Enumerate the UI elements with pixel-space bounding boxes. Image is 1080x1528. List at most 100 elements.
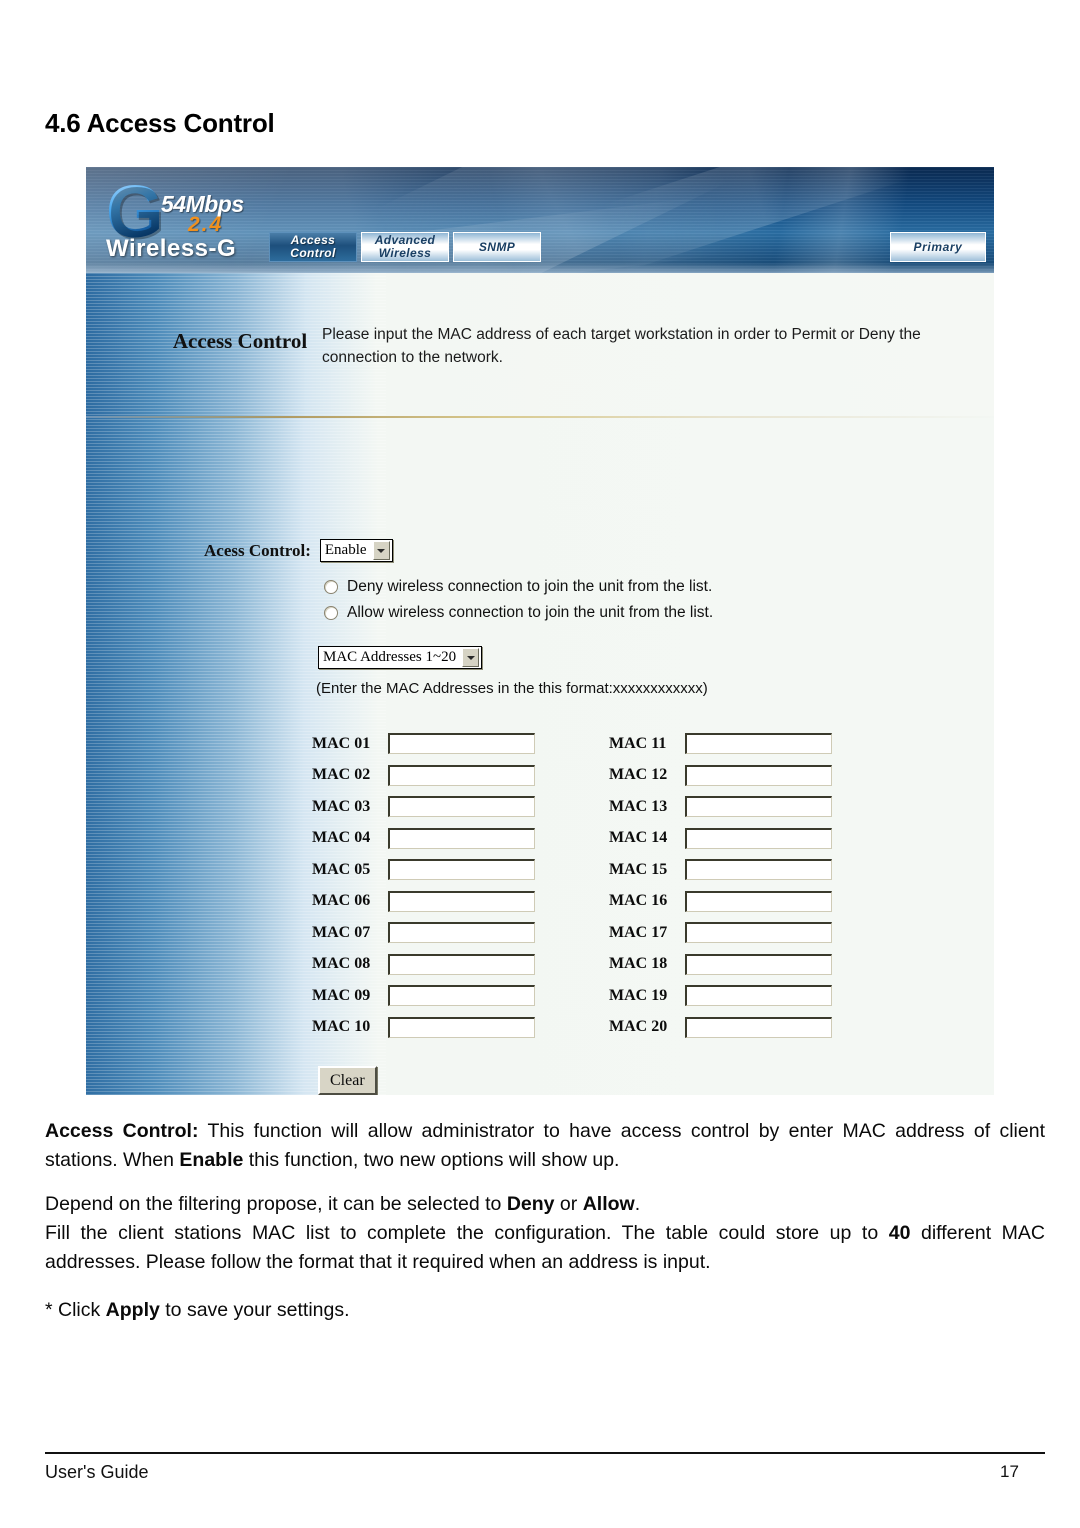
paragraph-lead-term: Access Control: [45, 1120, 199, 1142]
mac-row: MAC 15 [609, 854, 832, 886]
paragraph-bold-count: 40 [888, 1222, 911, 1244]
mac-input-15[interactable] [685, 859, 832, 881]
mac-label: MAC 06 [312, 892, 371, 910]
mac-range-select-value: MAC Addresses 1~20 [323, 649, 457, 665]
mac-input-09[interactable] [388, 985, 535, 1007]
mac-label: MAC 02 [312, 766, 371, 784]
mac-input-06[interactable] [388, 890, 535, 912]
mac-row: MAC 12 [609, 760, 832, 792]
paragraph-text-a: * Click [45, 1299, 106, 1321]
mac-row: MAC 18 [609, 949, 832, 981]
radio-icon [324, 606, 338, 620]
mac-row: MAC 09 [312, 980, 535, 1012]
mac-label: MAC 05 [312, 860, 371, 878]
mac-input-14[interactable] [685, 827, 832, 849]
mac-range-select[interactable]: MAC Addresses 1~20 [318, 646, 483, 669]
page-title: 4.6 Access Control [45, 108, 275, 138]
mac-row: MAC 02 [312, 760, 535, 792]
mac-row: MAC 01 [312, 728, 535, 760]
paragraph-text-a: Depend on the filtering propose, it can … [45, 1193, 507, 1215]
filter-mode-radio-group: Deny wireless connection to join the uni… [324, 574, 713, 626]
mac-label: MAC 03 [312, 797, 371, 815]
radio-label-deny: Deny wireless connection to join the uni… [347, 578, 713, 595]
banner-bottom-glow [86, 263, 994, 273]
paragraph-apply-note: * Click Apply to save your settings. [45, 1296, 1045, 1325]
chevron-down-icon [372, 541, 390, 560]
paragraph-text-c: this function, two new options will show… [243, 1149, 620, 1171]
radio-option-allow[interactable]: Allow wireless connection to join the un… [324, 600, 713, 626]
nav-tabs: Access Control Advanced Wireless SNMP [269, 232, 541, 262]
mac-row: MAC 08 [312, 949, 535, 981]
mac-input-07[interactable] [388, 922, 535, 944]
paragraph-bold-apply: Apply [105, 1299, 160, 1321]
mac-column-right: MAC 11 MAC 12 MAC 13 MAC 14 MAC 15 MAC 1… [609, 728, 832, 1043]
paragraph-text-a: Fill the client stations MAC list to com… [45, 1222, 889, 1244]
chevron-down-icon [462, 648, 480, 667]
radio-label-allow: Allow wireless connection to join the un… [347, 604, 714, 621]
mac-input-04[interactable] [388, 827, 535, 849]
paragraph-bold-deny: Deny [506, 1193, 555, 1215]
mac-label: MAC 13 [609, 797, 668, 815]
mac-row: MAC 10 [312, 1012, 535, 1044]
access-control-row: Acess Control: Enable [204, 539, 393, 562]
mac-input-18[interactable] [685, 953, 832, 975]
mac-input-13[interactable] [685, 796, 832, 818]
clear-button-wrap: Clear [318, 1066, 377, 1095]
mac-row: MAC 19 [609, 980, 832, 1012]
paragraph-filtering-propose: Depend on the filtering propose, it can … [45, 1190, 1045, 1219]
mac-row: MAC 06 [312, 886, 535, 918]
mac-input-17[interactable] [685, 922, 832, 944]
mac-row: MAC 16 [609, 886, 832, 918]
mac-column-left: MAC 01 MAC 02 MAC 03 MAC 04 MAC 05 MAC 0… [312, 728, 535, 1043]
mac-input-12[interactable] [685, 764, 832, 786]
mac-input-01[interactable] [388, 733, 535, 755]
mac-label: MAC 19 [609, 986, 668, 1004]
document-page: 4.6 Access Control G 54Mbps 2.4 Wireless… [0, 0, 1080, 1528]
mac-row: MAC 17 [609, 917, 832, 949]
footer-divider [45, 1452, 1045, 1454]
mode-badge-primary[interactable]: Primary [890, 232, 986, 262]
mac-input-19[interactable] [685, 985, 832, 1007]
mac-label: MAC 12 [609, 766, 668, 784]
access-control-label: Acess Control: [204, 540, 311, 560]
footer-page-number: 17 [1000, 1462, 1019, 1481]
mac-row: MAC 07 [312, 917, 535, 949]
mac-row: MAC 13 [609, 791, 832, 823]
banner-swoosh-decor [602, 167, 910, 272]
tab-label-line2: Wireless [378, 246, 432, 260]
mac-input-08[interactable] [388, 953, 535, 975]
access-control-select[interactable]: Enable [319, 539, 393, 562]
mac-label: MAC 08 [312, 955, 371, 973]
mac-label: MAC 15 [609, 860, 668, 878]
mac-row: MAC 03 [312, 791, 535, 823]
mac-label: MAC 10 [312, 1018, 371, 1036]
mac-label: MAC 16 [609, 892, 668, 910]
description-title: Access Control [172, 329, 308, 353]
access-control-form: Acess Control: Enable Deny wireless conn… [86, 418, 994, 1095]
mac-row: MAC 14 [609, 823, 832, 855]
product-logo: G 54Mbps 2.4 Wireless-G [100, 173, 290, 269]
mac-row: MAC 20 [609, 1012, 832, 1044]
mac-input-03[interactable] [388, 796, 535, 818]
radio-option-deny[interactable]: Deny wireless connection to join the uni… [324, 574, 713, 600]
mac-input-05[interactable] [388, 859, 535, 881]
mac-row: MAC 04 [312, 823, 535, 855]
mac-label: MAC 14 [609, 829, 668, 847]
mac-input-16[interactable] [685, 890, 832, 912]
paragraph-bold-enable: Enable [179, 1149, 244, 1171]
footer-guide-label: User's Guide [45, 1462, 149, 1482]
paragraph-text-c: or [554, 1193, 583, 1215]
paragraph-access-control: Access Control: This function will allow… [45, 1117, 1045, 1175]
tab-advanced-wireless[interactable]: Advanced Wireless [361, 232, 449, 262]
mac-input-11[interactable] [685, 733, 832, 755]
mac-input-20[interactable] [685, 1016, 832, 1038]
mac-input-02[interactable] [388, 764, 535, 786]
tab-snmp[interactable]: SNMP [453, 232, 541, 262]
tab-access-control[interactable]: Access Control [269, 232, 357, 262]
clear-button[interactable]: Clear [318, 1066, 377, 1095]
logo-band-label: 2.4 [188, 213, 224, 236]
mac-input-10[interactable] [388, 1016, 535, 1038]
mac-format-hint: (Enter the MAC Addresses in the this for… [316, 680, 708, 697]
router-banner: G 54Mbps 2.4 Wireless-G Access Control A… [86, 167, 994, 327]
paragraph-text-e: . [634, 1193, 641, 1215]
